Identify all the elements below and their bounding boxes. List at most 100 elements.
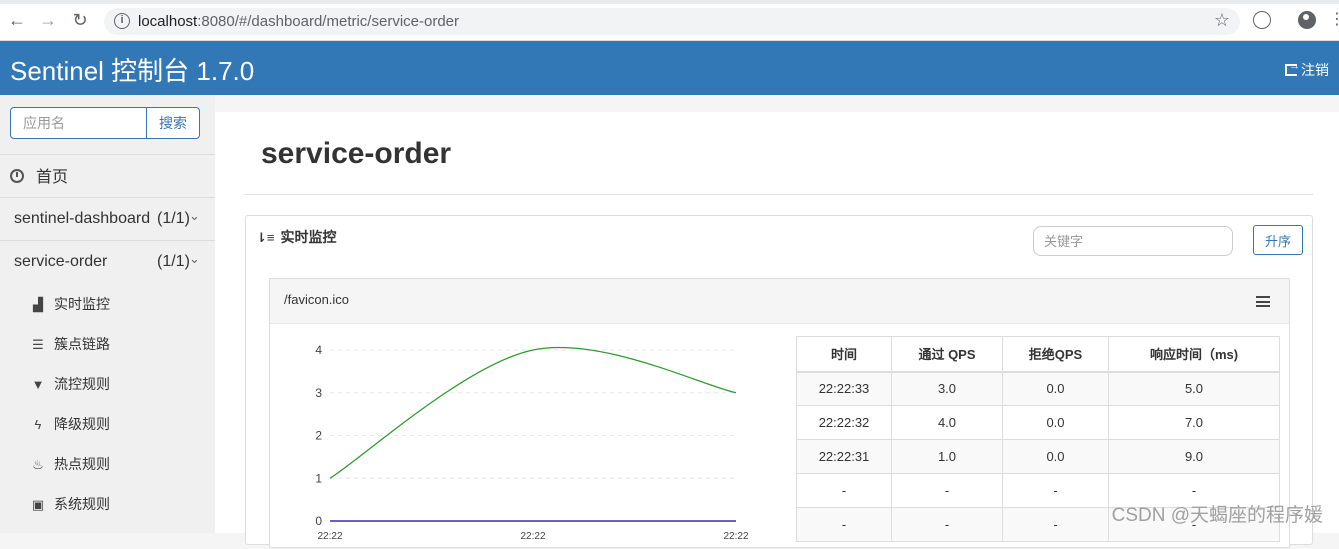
sidebar-item-cluster-link[interactable]: ☰ 簇点链路 — [30, 334, 110, 354]
keyword-input[interactable] — [1033, 226, 1233, 256]
extension-icon[interactable] — [1253, 11, 1271, 29]
list-icon: ☰ — [32, 337, 44, 352]
dashboard-icon — [10, 169, 24, 183]
page-title: service-order — [261, 137, 452, 170]
url-path: :8080/#/dashboard/metric/service-order — [197, 13, 459, 30]
app-name: service-order — [14, 253, 108, 270]
column-header[interactable]: 通过 QPS — [891, 336, 1003, 373]
table-cell: 3.0 — [891, 371, 1003, 406]
table-cell: 4.0 — [891, 405, 1003, 440]
panel-title-label: 实时监控 — [280, 229, 337, 245]
tab-strip-edge — [0, 0, 1339, 4]
brand-title[interactable]: Sentinel 控制台 1.7.0 — [10, 51, 254, 88]
logout-link[interactable]: 注销 — [1285, 60, 1329, 80]
chevron-down-icon: ⌄ — [189, 208, 200, 223]
resource-name: /favicon.ico — [284, 292, 350, 307]
table-cell: 9.0 — [1108, 439, 1280, 474]
app-header: Sentinel 控制台 1.7.0 注销 — [0, 41, 1339, 95]
table-cell: - — [891, 507, 1003, 542]
app-search-button[interactable]: 搜索 — [146, 107, 200, 139]
y-tick-label: 0 — [315, 514, 322, 528]
app-count: (1/1) — [157, 253, 190, 270]
table-row: 22:22:33 3.0 0.0 5.0 — [796, 371, 1280, 406]
lock-icon: ▣ — [31, 497, 45, 512]
table-cell: 1.0 — [891, 439, 1003, 474]
table-cell: - — [1002, 507, 1109, 542]
table-cell: 22:22:31 — [796, 439, 892, 474]
panel-title: ⇂≡ 实时监控 — [256, 227, 336, 247]
table-cell: 0.0 — [1002, 371, 1109, 406]
table-cell: 5.0 — [1108, 371, 1280, 406]
app-name: sentinel-dashboard — [14, 210, 151, 227]
sign-out-icon — [1285, 60, 1300, 76]
sidebar-app-sentinel-dashboard[interactable]: sentinel-dashboard (1/1) ⌄ — [0, 198, 215, 240]
table-cell: 0.0 — [1002, 439, 1109, 474]
bar-chart-icon: ▟ — [33, 297, 43, 312]
table-cell: 0.0 — [1002, 405, 1109, 440]
forward-arrow-icon[interactable]: → — [38, 10, 58, 30]
content-panel: service-order ⇂≡ 实时监控 升序 /favicon.ico 0 1 2… — [215, 112, 1339, 548]
table-row: 22:22:32 4.0 0.0 7.0 — [796, 405, 1280, 440]
flash-icon: ϟ — [34, 417, 42, 432]
table-row: 22:22:31 1.0 0.0 9.0 — [796, 439, 1280, 474]
home-label: 首页 — [36, 169, 69, 186]
table-cell: 22:22:32 — [796, 405, 892, 440]
app-search-input[interactable] — [10, 107, 147, 139]
table-cell: - — [796, 473, 892, 508]
monitor-panel: ⇂≡实时监控 升序 /favicon.ico 0123422:2222:2222… — [245, 215, 1313, 548]
y-tick-label: 3 — [315, 386, 322, 400]
divider — [245, 194, 1313, 195]
menu-label: 簇点链路 — [54, 336, 110, 352]
qps-line-chart: 0123422:22 22:22 22:22 — [315, 343, 749, 542]
sort-icon: ⇂≡ — [256, 230, 275, 245]
app-search: 搜索 — [10, 107, 200, 139]
watermark-text: CSDN @天蝎座的程序媛 — [1111, 505, 1323, 526]
y-tick-label: 1 — [315, 471, 322, 485]
fire-icon: ♨ — [32, 457, 44, 472]
menu-label: 降级规则 — [54, 416, 110, 432]
browser-toolbar: ← → ↻ i localhost:8080/#/dashboard/metri… — [0, 0, 1339, 41]
profile-avatar-icon[interactable] — [1298, 11, 1316, 29]
url-host: localhost — [138, 13, 198, 30]
sidebar-item-realtime-monitor[interactable]: ▟ 实时监控 — [30, 294, 110, 314]
column-header[interactable]: 时间 — [796, 336, 892, 373]
divider — [0, 154, 215, 155]
sidebar: 搜索 首页 sentinel-dashboard (1/1) ⌄ service… — [0, 95, 215, 533]
table-cell: - — [891, 473, 1003, 508]
y-tick-label: 2 — [315, 429, 322, 443]
table-cell: - — [1002, 473, 1109, 508]
hamburger-menu-icon[interactable] — [1256, 296, 1270, 307]
table-cell: 7.0 — [1108, 405, 1280, 440]
app-count: (1/1) — [157, 210, 190, 227]
table-header-row: 时间 通过 QPS 拒绝QPS 响应时间（ms) — [796, 336, 1280, 373]
y-tick-label: 4 — [315, 343, 322, 357]
resource-card-header: /favicon.ico — [270, 279, 1289, 324]
url-text[interactable]: localhost:8080/#/dashboard/metric/servic… — [138, 13, 459, 30]
back-arrow-icon[interactable]: ← — [7, 10, 27, 30]
table-cell: - — [796, 507, 892, 542]
sidebar-item-home[interactable]: 首页 — [10, 163, 68, 187]
logout-label: 注销 — [1301, 62, 1329, 78]
sidebar-item-hotspot-rules[interactable]: ♨ 热点规则 — [30, 454, 110, 474]
series-line-0 — [329, 346, 737, 479]
menu-label: 流控规则 — [54, 376, 110, 392]
table-cell: 22:22:33 — [796, 371, 892, 406]
filter-icon: ▼ — [31, 377, 45, 392]
reload-icon[interactable]: ↻ — [70, 10, 90, 30]
sidebar-item-degrade-rules[interactable]: ϟ 降级规则 — [30, 414, 110, 434]
sidebar-item-flow-rules[interactable]: ▼ 流控规则 — [30, 374, 110, 394]
menu-label: 实时监控 — [54, 296, 110, 312]
column-header[interactable]: 拒绝QPS — [1002, 336, 1109, 373]
menu-label: 系统规则 — [54, 496, 110, 512]
browser-menu-icon[interactable]: ⋮ — [1329, 10, 1339, 30]
bookmark-star-icon[interactable]: ☆ — [1214, 10, 1230, 31]
site-info-icon[interactable]: i — [114, 13, 130, 29]
address-bar[interactable]: i localhost:8080/#/dashboard/metric/serv… — [104, 8, 1240, 35]
sort-ascending-button[interactable]: 升序 — [1253, 225, 1303, 255]
chevron-down-icon: ⌄ — [189, 251, 200, 266]
menu-label: 热点规则 — [54, 456, 110, 472]
sidebar-app-service-order[interactable]: service-order (1/1) ⌄ — [0, 241, 215, 283]
column-header[interactable]: 响应时间（ms) — [1108, 336, 1280, 373]
main-area: service-order ⇂≡ 实时监控 升序 /favicon.ico 0 1 2… — [215, 95, 1339, 548]
sidebar-item-system-rules[interactable]: ▣ 系统规则 — [30, 494, 110, 514]
